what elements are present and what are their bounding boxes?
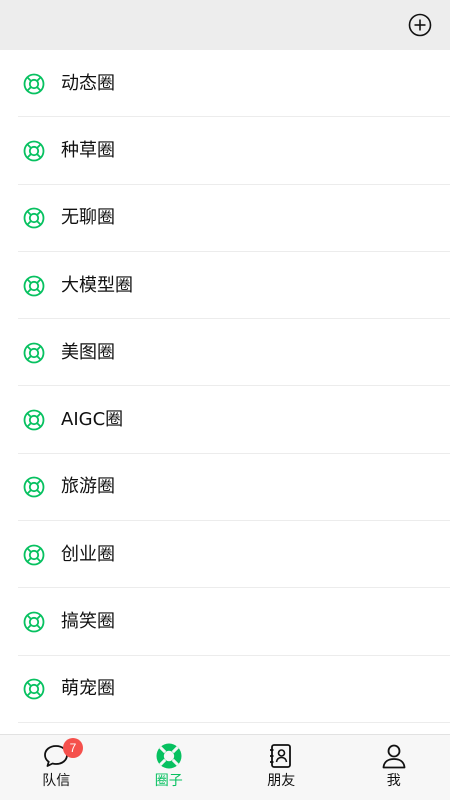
tab-label: 圈子 <box>154 773 183 789</box>
lifebuoy-icon <box>23 73 45 95</box>
list-item-label: 大模型圈 <box>61 274 133 296</box>
tab-me[interactable]: 我 <box>338 735 450 800</box>
tab-label: 我 <box>386 773 401 789</box>
list-item-label: AIGC圈 <box>61 409 124 431</box>
lifebuoy-icon <box>23 275 45 296</box>
list-item[interactable]: 种草圈 <box>0 117 450 185</box>
lifebuoy-icon <box>23 207 45 229</box>
bottom-tab-bar: 7 队信 圈子 朋友 我 <box>0 734 450 800</box>
tab-friends[interactable]: 朋友 <box>225 735 338 800</box>
lifebuoy-icon <box>23 409 45 431</box>
person-icon <box>382 744 406 769</box>
tab-circles[interactable]: 圈子 <box>113 735 226 800</box>
list-item[interactable]: 无聊圈 <box>0 185 450 253</box>
list-item[interactable]: 大模型圈 <box>0 252 450 320</box>
lifebuoy-icon <box>23 544 45 566</box>
lifebuoy-icon <box>23 611 45 633</box>
circle-list: 动态圈 种草圈 无聊圈 大模型圈 美图圈 AIGC圈 旅游圈 创业圈 搞笑圈 萌… <box>0 50 450 724</box>
list-item-label: 无聊圈 <box>61 207 115 229</box>
list-item[interactable]: 创业圈 <box>0 521 450 589</box>
list-item[interactable]: 旅游圈 <box>0 454 450 522</box>
unread-badge: 7 <box>63 738 83 758</box>
lifebuoy-icon <box>156 743 182 769</box>
list-item-label: 美图圈 <box>61 341 115 363</box>
top-bar <box>0 0 450 50</box>
tab-label: 队信 <box>42 773 71 789</box>
list-item-label: 搞笑圈 <box>61 611 115 633</box>
lifebuoy-icon <box>23 140 45 162</box>
list-item[interactable]: 搞笑圈 <box>0 588 450 656</box>
list-item-label: 旅游圈 <box>61 476 115 498</box>
list-item-label: 创业圈 <box>61 543 115 565</box>
contacts-book-icon <box>270 744 292 768</box>
tab-label: 朋友 <box>267 773 296 789</box>
list-item-label: 萌宠圈 <box>61 678 115 700</box>
lifebuoy-icon <box>23 342 45 364</box>
plus-circle-icon[interactable] <box>408 13 432 37</box>
list-item[interactable]: 美图圈 <box>0 319 450 387</box>
list-item[interactable]: 萌宠圈 <box>0 656 450 724</box>
lifebuoy-icon <box>23 678 45 700</box>
list-item[interactable]: 动态圈 <box>0 50 450 118</box>
list-item[interactable]: AIGC圈 <box>0 386 450 455</box>
tab-messages[interactable]: 7 队信 <box>0 735 113 800</box>
lifebuoy-icon <box>23 477 45 498</box>
list-item-label: 动态圈 <box>61 72 115 94</box>
list-item-label: 种草圈 <box>61 139 115 161</box>
